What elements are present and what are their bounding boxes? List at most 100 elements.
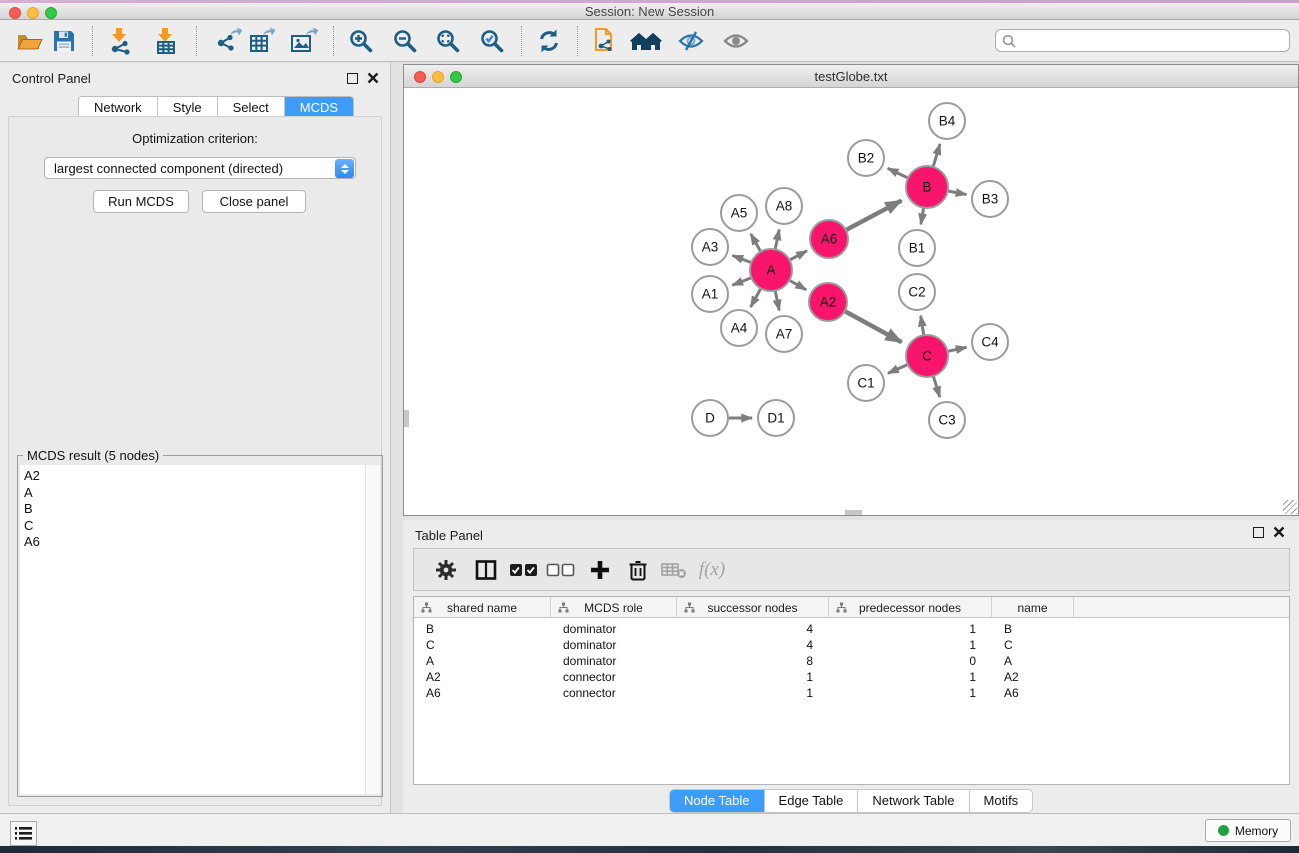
close-panel-button[interactable]: Close panel [202,190,306,213]
table-cell[interactable]: 1 [829,686,992,702]
table-cell[interactable]: A [414,654,551,670]
graph-node-A2[interactable]: A2 [809,283,847,321]
mcds-result-item[interactable]: A6 [24,534,365,551]
table-settings-button[interactable] [430,554,462,586]
window-resize-grip[interactable] [1283,500,1297,514]
network-from-file-button[interactable] [588,24,622,58]
table-cell[interactable]: C [414,638,551,654]
graph-node-A3[interactable]: A3 [692,229,728,265]
open-session-button[interactable] [12,24,46,58]
graph-node-B4[interactable]: B4 [929,103,965,139]
graph-node-C2[interactable]: C2 [899,274,935,310]
graph-node-A7[interactable]: A7 [766,316,802,352]
tab-mcds[interactable]: MCDS [285,97,353,118]
table-row[interactable]: Cdominator41C [414,638,1289,654]
table-cell[interactable]: C [992,638,1074,654]
hide-graphics-details-button[interactable] [674,24,708,58]
function-builder-button[interactable]: f(x) [696,554,728,586]
column-header-shared-name[interactable]: shared name [414,597,551,618]
mcds-result-item[interactable]: C [24,518,365,535]
network-vertical-scroll-thumb[interactable] [404,410,409,427]
tab-select[interactable]: Select [218,97,285,118]
graph-node-B3[interactable]: B3 [972,181,1008,217]
table-cell[interactable]: A [992,654,1074,670]
graph-node-A5[interactable]: A5 [721,195,757,231]
mcds-result-item[interactable]: A2 [24,468,365,485]
table-cell[interactable]: 1 [677,670,829,686]
table-cell[interactable]: 4 [677,622,829,638]
deselect-all-button[interactable] [545,554,577,586]
select-all-button[interactable] [508,554,540,586]
import-table-button[interactable] [150,24,184,58]
mcds-result-item[interactable]: A [24,485,365,502]
column-header-name[interactable]: name [992,597,1074,618]
column-header-successor-nodes[interactable]: successor nodes [677,597,829,618]
mcds-result-item[interactable]: B [24,501,365,518]
table-cell[interactable]: 0 [829,654,992,670]
tab-edge-table[interactable]: Edge Table [765,790,859,812]
table-cell[interactable]: dominator [551,622,677,638]
tab-style[interactable]: Style [158,97,218,118]
create-column-button[interactable] [584,554,616,586]
zoom-out-button[interactable] [388,24,422,58]
table-cell[interactable]: 4 [677,638,829,654]
table-row[interactable]: A2connector11A2 [414,670,1289,686]
table-cell[interactable]: connector [551,686,677,702]
graph-node-C[interactable]: C [906,335,948,377]
table-cell[interactable]: 1 [829,638,992,654]
delete-table-button[interactable] [658,554,690,586]
graph-node-D1[interactable]: D1 [758,400,794,436]
table-row[interactable]: Adominator80A [414,654,1289,670]
graph-node-A[interactable]: A [750,249,792,291]
table-cell[interactable]: B [992,622,1074,638]
table-cell[interactable]: 1 [829,670,992,686]
search-input[interactable] [1020,31,1284,50]
node-table[interactable]: shared nameMCDS rolesuccessor nodesprede… [413,596,1290,785]
table-cell[interactable]: 1 [829,622,992,638]
table-cell[interactable]: connector [551,670,677,686]
refresh-button[interactable] [532,24,566,58]
optimization-criterion-select[interactable]: largest connected component (directed) [44,157,356,179]
table-cell[interactable]: B [414,622,551,638]
search-field[interactable] [995,29,1290,52]
graph-node-B1[interactable]: B1 [899,230,935,266]
zoom-in-button[interactable] [344,24,378,58]
network-horizontal-scroll-thumb[interactable] [845,510,862,515]
home-button[interactable] [629,24,663,58]
tab-node-table[interactable]: Node Table [670,790,765,812]
table-cell[interactable]: 1 [677,686,829,702]
show-columns-button[interactable] [470,554,502,586]
table-cell[interactable]: dominator [551,654,677,670]
network-window-titlebar[interactable]: testGlobe.txt [404,65,1298,88]
export-table-button[interactable] [245,24,279,58]
column-header-MCDS-role[interactable]: MCDS role [551,597,677,618]
tab-motifs[interactable]: Motifs [970,790,1033,812]
graph-node-B[interactable]: B [906,166,948,208]
table-float-panel-icon[interactable] [1253,527,1264,538]
graph-node-A8[interactable]: A8 [766,188,802,224]
save-session-button[interactable] [47,24,81,58]
delete-column-button[interactable] [622,554,654,586]
main-titlebar[interactable]: Session: New Session [0,3,1299,20]
graph-node-A4[interactable]: A4 [721,310,757,346]
table-cell[interactable]: dominator [551,638,677,654]
memory-button[interactable]: Memory [1205,819,1291,842]
table-cell[interactable]: A6 [992,686,1074,702]
graph-node-C1[interactable]: C1 [848,365,884,401]
graph-node-C4[interactable]: C4 [972,324,1008,360]
table-row[interactable]: Bdominator41B [414,622,1289,638]
show-graphics-details-button[interactable] [719,24,753,58]
table-cell[interactable]: A6 [414,686,551,702]
graph-node-D[interactable]: D [692,400,728,436]
network-canvas[interactable]: B4B2BB3A8A5A6A3B1AC2A1A2A4A7C4CC1DD1C3 [404,88,1298,515]
import-network-button[interactable] [105,24,139,58]
zoom-fit-button[interactable] [431,24,465,58]
mcds-result-list[interactable]: A2ABCA6 [20,465,365,794]
float-panel-icon[interactable] [347,73,358,84]
close-panel-icon[interactable] [367,72,379,84]
graph-node-A6[interactable]: A6 [810,220,848,258]
export-image-button[interactable] [287,24,321,58]
graph-node-C3[interactable]: C3 [929,402,965,438]
table-close-panel-icon[interactable] [1273,526,1285,538]
graph-node-A1[interactable]: A1 [692,276,728,312]
